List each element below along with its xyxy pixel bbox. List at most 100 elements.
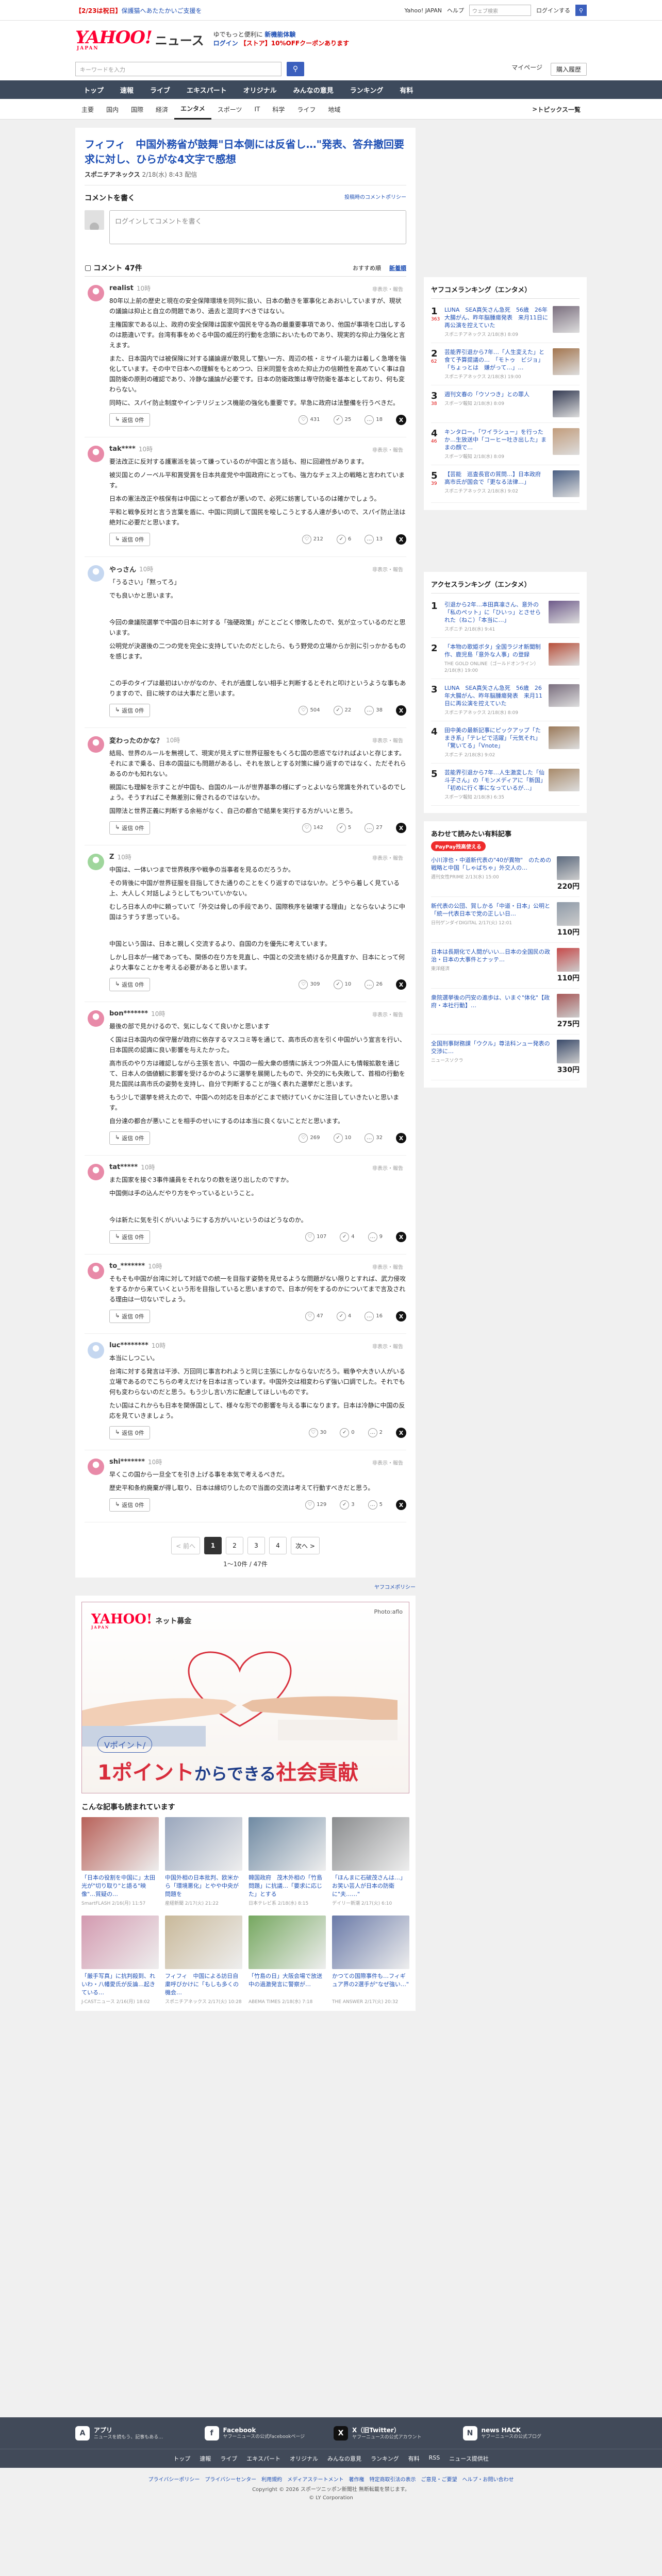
like-button[interactable]: ♡ 107 xyxy=(305,1232,326,1242)
ranking-item[interactable]: 1 引退から2年…本田真凛さん、意外の「私のペット」に「ひいっ」とさせられた（ねこ… xyxy=(431,596,580,638)
x-share-icon[interactable]: X xyxy=(396,823,406,833)
x-share-icon[interactable]: X xyxy=(396,1232,406,1242)
ranking-item[interactable]: 2 62 芸能界引退から7年…「人生変えた」と食て予算提議の… 「モトゥ ビジョ」「… xyxy=(431,343,580,385)
paid-article[interactable]: 日本は長期化で人間がいい…日本の全国民の政治・日本の大事件とナッテ… 東洋経済 1… xyxy=(431,943,580,989)
commenter-name[interactable]: luc******** xyxy=(109,1342,148,1349)
report-link[interactable]: 非表示・報告 xyxy=(372,1010,403,1018)
reply-button[interactable]: ↳ 返信 0件 xyxy=(109,413,150,427)
like-button[interactable]: ♡ 309 xyxy=(299,980,320,989)
nav-top[interactable]: トップ xyxy=(75,80,112,99)
footer-nav-item[interactable]: ランキング xyxy=(371,2454,399,2463)
footer-nav-item[interactable]: RSS xyxy=(429,2454,440,2463)
report-link[interactable]: 非表示・報告 xyxy=(372,854,403,861)
paid-article-title[interactable]: 新代表の公団、賀しかる「中道・日本」公明と「統一代表日本で党の正しい日… xyxy=(431,902,553,918)
reply-button[interactable]: ↳ 返信 0件 xyxy=(109,704,150,717)
ranking-title[interactable]: 週刊文春の「ウソつき」との罪人 xyxy=(444,391,549,398)
keyword-search-input[interactable]: キーワードを入力 xyxy=(75,62,282,76)
commenter-name[interactable]: bon******* xyxy=(109,1010,148,1018)
hmm-button[interactable]: … 18 xyxy=(365,415,383,425)
think-button[interactable]: ✓ 22 xyxy=(333,706,351,715)
commenter-avatar[interactable] xyxy=(88,1010,104,1027)
think-button[interactable]: ✓ 25 xyxy=(333,415,351,425)
hmm-button[interactable]: … 32 xyxy=(365,1133,383,1143)
like-button[interactable]: ♡ 269 xyxy=(299,1133,320,1143)
report-link[interactable]: 非表示・報告 xyxy=(372,1459,403,1466)
report-link[interactable]: 非表示・報告 xyxy=(372,1164,403,1172)
search-icon[interactable]: ⚲ xyxy=(575,5,587,16)
ranking-title[interactable]: 引退から2年…本田真凛さん、意外の「私のペット」に「ひいっ」とさせられた（ねこ）… xyxy=(444,601,544,624)
ranking-item[interactable]: 5 芸能界引退から7年…人生激変した「仙斗子さん」の「モンメディアに「新国」「初め… xyxy=(431,764,580,806)
promo-banner[interactable]: ゆでもっと便利に 新機能体験 ログイン 【ストア】10%OFFクーポンあります xyxy=(213,30,350,48)
related-article[interactable]: 「日本の役割を中国に」太田光が"切り取り"と語る"映像"…質疑の… SmartFL… xyxy=(81,1817,159,1906)
next-page-button[interactable]: 次へ > xyxy=(291,1537,320,1554)
nav-expert[interactable]: エキスパート xyxy=(178,80,235,99)
nav-breaking[interactable]: 速報 xyxy=(112,80,142,99)
related-title[interactable]: 「竹島の日」大阪会場で放送中の過激発言に警察が… xyxy=(249,1972,326,1997)
nav-ranking[interactable]: ランキング xyxy=(342,80,392,99)
nav-paid[interactable]: 有料 xyxy=(391,80,421,99)
think-button[interactable]: ✓ 4 xyxy=(340,1232,355,1242)
report-link[interactable]: 非表示・報告 xyxy=(372,1263,403,1270)
ranking-item[interactable]: 4 田中美の最新記事にピックアップ「たまき系」「テレビで活躍」「元気それ」「驚いて… xyxy=(431,721,580,764)
footer-nav-item[interactable]: エキスパート xyxy=(246,2454,280,2463)
footer-legal-links[interactable]: プライバシーポリシー プライバシーセンター 利用規約 メディアステートメント 著… xyxy=(0,2475,662,2483)
hmm-button[interactable]: … 9 xyxy=(368,1232,383,1242)
yahoo-japan-link[interactable]: Yahoo! JAPAN xyxy=(404,7,442,14)
commenter-name[interactable]: tat***** xyxy=(109,1163,138,1171)
related-title[interactable]: 「日本の役割を中国に」太田光が"切り取り"と語る"映像"…質疑の… xyxy=(81,1874,159,1899)
footer-nav-item[interactable]: みんなの意見 xyxy=(327,2454,361,2463)
nav-original[interactable]: オリジナル xyxy=(235,80,285,99)
tab-domestic[interactable]: 国内 xyxy=(100,99,125,120)
tab-it[interactable]: IT xyxy=(248,99,266,120)
like-button[interactable]: ♡ 47 xyxy=(305,1312,323,1321)
sort-recommended[interactable]: おすすめ順 xyxy=(353,264,381,272)
report-link[interactable]: 非表示・報告 xyxy=(372,565,403,573)
think-button[interactable]: ✓ 3 xyxy=(340,1500,355,1510)
paid-article-title[interactable]: 日本は長期化で人間がいい…日本の全国民の政治・日本の大事件とナッテ… xyxy=(431,948,553,963)
commenter-avatar[interactable] xyxy=(88,1164,104,1180)
commenter-name[interactable]: やっさん xyxy=(109,564,136,574)
think-button[interactable]: ✓ 10 xyxy=(333,1133,351,1143)
commenter-name[interactable]: realist xyxy=(109,284,134,292)
reply-button[interactable]: ↳ 返信 0件 xyxy=(109,1230,150,1244)
comment-textarea[interactable]: ログインしてコメントを書く xyxy=(109,210,406,244)
footer-nav-item[interactable]: 速報 xyxy=(200,2454,211,2463)
paid-article[interactable]: 全国刑事財務課「ウクル」尊法科ンュー発表の交渉に… ニュースソクラ 330円 xyxy=(431,1035,580,1080)
like-button[interactable]: ♡ 504 xyxy=(299,706,320,715)
hmm-button[interactable]: … 16 xyxy=(365,1312,383,1321)
reply-button[interactable]: ↳ 返信 0件 xyxy=(109,1131,150,1145)
like-button[interactable]: ♡ 142 xyxy=(302,823,323,833)
x-share-icon[interactable]: X xyxy=(396,979,406,990)
footer-promo[interactable]: Nnews HACK ヤフーニュースの公式ブログ xyxy=(462,2426,587,2441)
hmm-button[interactable]: … 5 xyxy=(368,1500,383,1510)
like-button[interactable]: ♡ 30 xyxy=(308,1428,326,1437)
commenter-avatar[interactable] xyxy=(88,446,104,462)
ranking-title[interactable]: 「本物の歌姫ボタ」全国ラジオ新聞制作、鹿児島「意外な人事」の登録 xyxy=(444,643,544,658)
ranking-title[interactable]: 芸能界引退から7年…人生激変した「仙斗子さん」の「モンメディアに「新国」「初めに… xyxy=(444,769,544,792)
tab-international[interactable]: 国際 xyxy=(125,99,150,120)
think-button[interactable]: ✓ 4 xyxy=(336,1312,351,1321)
ranking-item[interactable]: 3 LUNA SEA真矢さん急死 56歳 26年大腸がん、昨年脳腫瘍発表 来月11… xyxy=(431,679,580,721)
report-link[interactable]: 非表示・報告 xyxy=(372,446,403,453)
reply-button[interactable]: ↳ 返信 0件 xyxy=(109,821,150,835)
related-title[interactable]: 韓国政府 茂木外相の「竹島問題」に抗議…「要求に応じた」とする xyxy=(249,1874,326,1899)
ranking-item[interactable]: 4 46 キンタロー。「ワイラシュー」を行ったか…生放送中「コーヒー吐き出した」まま… xyxy=(431,423,580,465)
x-share-icon[interactable]: X xyxy=(396,534,406,545)
x-share-icon[interactable]: X xyxy=(396,1133,406,1143)
tab-life[interactable]: ライフ xyxy=(291,99,322,120)
purchase-history-link[interactable]: 購入履歴 xyxy=(550,62,587,76)
tab-entertainment[interactable]: エンタメ xyxy=(174,99,211,120)
x-share-icon[interactable]: X xyxy=(396,705,406,716)
related-article[interactable]: かつての国際事件も…フィギュア界の2選手が"なぜ強い…" THE ANSWER 2… xyxy=(332,1916,409,2005)
search-button[interactable]: ⚲ xyxy=(287,62,304,76)
nav-opinions[interactable]: みんなの意見 xyxy=(285,80,342,99)
commenter-avatar[interactable] xyxy=(88,1342,104,1359)
page-4[interactable]: 4 xyxy=(269,1537,287,1554)
related-title[interactable]: 「ほんまに石破茂さんは…」お笑い芸人が日本の防衛に"夫……" xyxy=(332,1874,409,1899)
ranking-title[interactable]: 【芸能 巡査長官の質問…】日本政府 高市氏が国会で「更なる法律…」 xyxy=(444,470,549,486)
hmm-button[interactable]: … 2 xyxy=(368,1428,383,1437)
related-title[interactable]: フィフィ 中国による訪日自粛呼びかけに「もしも多くの機会… xyxy=(165,1972,242,1997)
paid-article[interactable]: 新代表の公団、賀しかる「中道・日本」公明と「統一代表日本で党の正しい日… 日刊ゲン… xyxy=(431,897,580,943)
footer-nav-item[interactable]: 有料 xyxy=(408,2454,420,2463)
web-search-input[interactable]: ウェブ検索 xyxy=(469,5,531,16)
